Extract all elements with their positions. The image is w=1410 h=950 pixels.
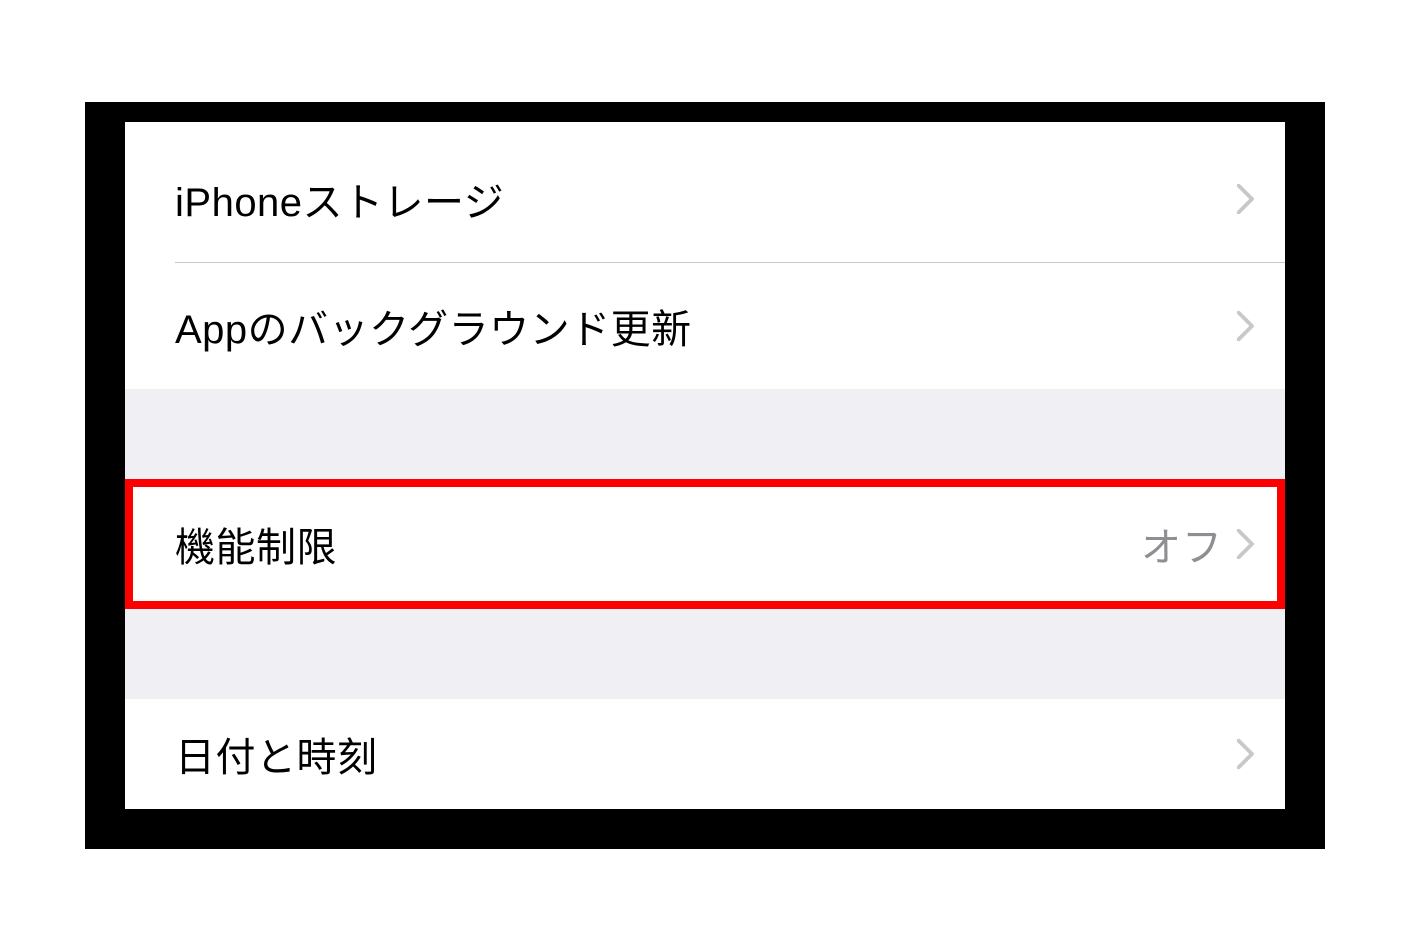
settings-group-general: iPhoneストレージ Appのバックグラウンド更新 [125,136,1285,389]
row-label: 機能制限 [175,515,1141,573]
chevron-right-icon [1237,311,1255,341]
row-label: Appのバックグラウンド更新 [175,297,1237,355]
chevron-right-icon [1237,739,1255,769]
group-gap [125,607,1285,699]
settings-screen: iPhoneストレージ Appのバックグラウンド更新 機能制限 オフ [125,122,1285,809]
group-gap [125,389,1285,481]
row-iphone-storage[interactable]: iPhoneストレージ [125,136,1285,262]
row-restrictions[interactable]: 機能制限 オフ [125,481,1285,607]
row-date-time[interactable]: 日付と時刻 [125,699,1285,809]
row-value: オフ [1141,515,1223,573]
chevron-right-icon [1237,529,1255,559]
row-label: iPhoneストレージ [175,170,1237,228]
settings-group-datetime: 日付と時刻 [125,699,1285,809]
settings-group-restrictions: 機能制限 オフ [125,481,1285,607]
row-background-app-refresh[interactable]: Appのバックグラウンド更新 [125,263,1285,389]
chevron-right-icon [1237,184,1255,214]
row-label: 日付と時刻 [175,725,1237,783]
partial-row-top [125,122,1285,136]
device-frame: iPhoneストレージ Appのバックグラウンド更新 機能制限 オフ [85,102,1325,849]
